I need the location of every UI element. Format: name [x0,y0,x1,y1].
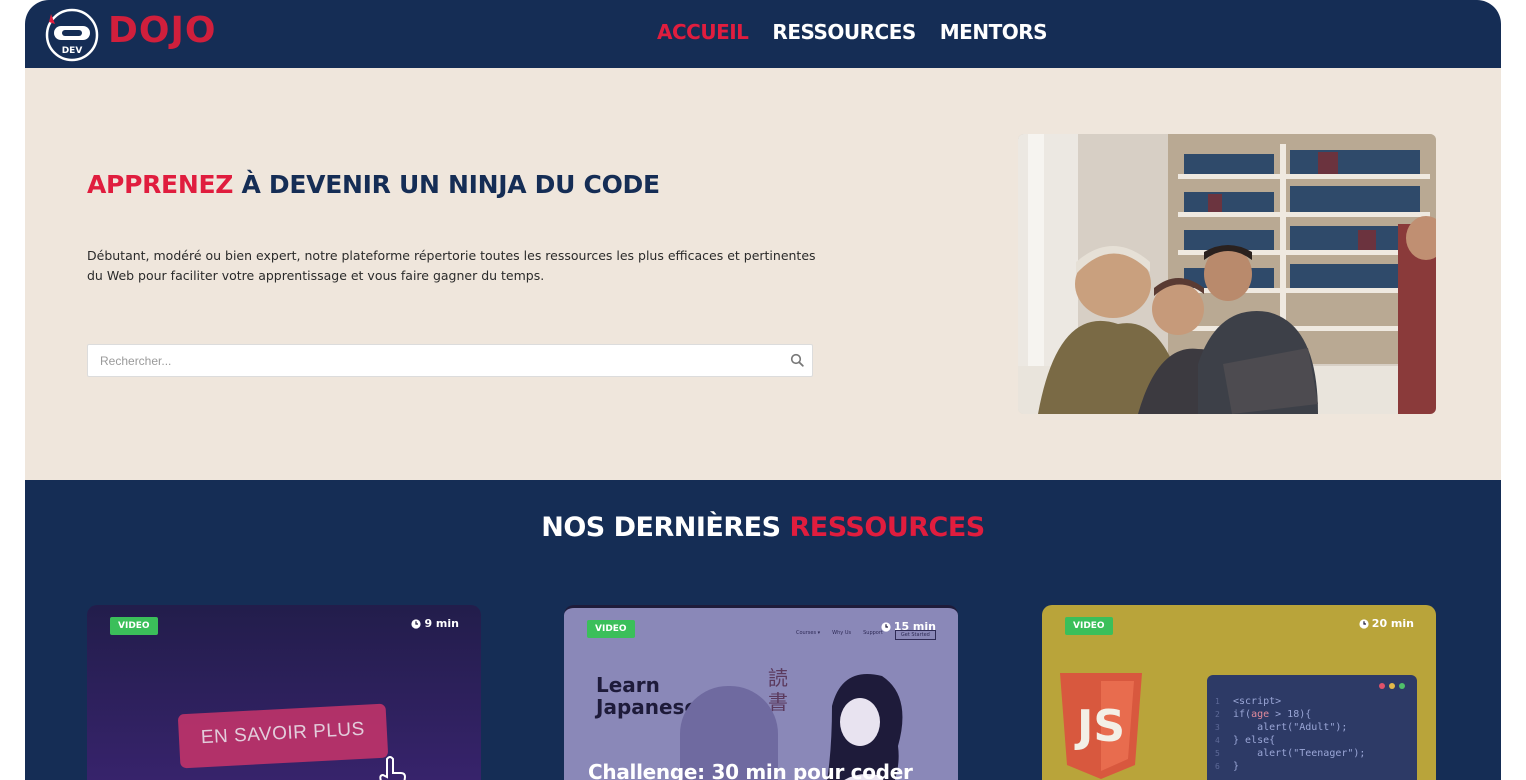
hero-title: APPRENEZ À DEVENIR UN NINJA DU CODE [87,170,660,199]
resource-card[interactable]: EN SAVOIR PLUS VIDEO 9 min [87,605,481,780]
duration-text: 20 min [1371,617,1414,630]
duration: 15 min [881,620,936,633]
nav-ressources[interactable]: RESSOURCES [772,20,916,44]
resources-title-accent: RESSOURCES [789,512,985,543]
hero-title-rest: À DEVENIR UN NINJA DU CODE [233,170,660,199]
hand-cursor-icon [379,756,407,780]
nav-mentors[interactable]: MENTORS [940,20,1048,44]
brand-name[interactable]: DOJO [108,10,216,51]
resource-card[interactable]: Courses ▾ Why Us Support Get Started Learn … [564,605,958,780]
type-badge: VIDEO [110,617,158,635]
duration: 20 min [1359,617,1414,630]
page: DEV DOJO ACCUEIL RESSOURCES MENTORS APPR… [25,0,1501,780]
card-thumbnail-kanji: 読書 [768,666,788,714]
site-header: DEV DOJO ACCUEIL RESSOURCES MENTORS [25,0,1501,68]
hero-description: Débutant, modéré ou bien expert, notre p… [87,248,816,283]
code-snippet: <script> if(age > 18){ alert("Adult"); }… [1233,696,1366,772]
clock-icon [411,618,422,629]
card-thumbnail-text: EN SAVOIR PLUS [200,718,366,749]
resource-card[interactable]: JS 123456 <script> if(age > 18){ alert("… [1042,605,1436,780]
main-nav: ACCUEIL RESSOURCES MENTORS [657,20,1048,44]
nav-accueil[interactable]: ACCUEIL [657,20,749,44]
hero-title-accent: APPRENEZ [87,170,234,199]
type-badge: VIDEO [1065,617,1113,635]
type-badge: VIDEO [587,620,635,638]
js-logo-text: JS [1074,701,1125,752]
clock-icon [881,621,891,632]
hero-section: APPRENEZ À DEVENIR UN NINJA DU CODE Débu… [25,68,1501,480]
window-controls [1379,683,1405,689]
javascript-logo-icon: JS [1060,673,1142,779]
search-input[interactable] [88,345,792,376]
ninja-logo-icon[interactable]: DEV [45,8,99,62]
code-gutter: 123456 [1215,697,1220,771]
code-editor-thumbnail: 123456 <script> if(age > 18){ alert("Adu… [1207,675,1417,780]
card-thumbnail-cta: EN SAVOIR PLUS [177,703,389,769]
resources-section: NOS DERNIÈRES RESSOURCES EN SAVOIR PLUS … [25,480,1501,780]
hero-photo [1018,134,1436,414]
resources-title: NOS DERNIÈRES RESSOURCES [25,512,1501,543]
logo-text: DEV [62,46,83,56]
resources-title-main: NOS DERNIÈRES [541,512,790,543]
duration-text: 15 min [893,620,936,633]
clock-icon [1359,618,1369,629]
search-bar [87,344,813,377]
search-icon[interactable] [790,353,804,367]
card-title[interactable]: Challenge: 30 min pour coder [588,760,913,780]
duration: 9 min [411,617,459,630]
duration-text: 9 min [424,617,459,630]
